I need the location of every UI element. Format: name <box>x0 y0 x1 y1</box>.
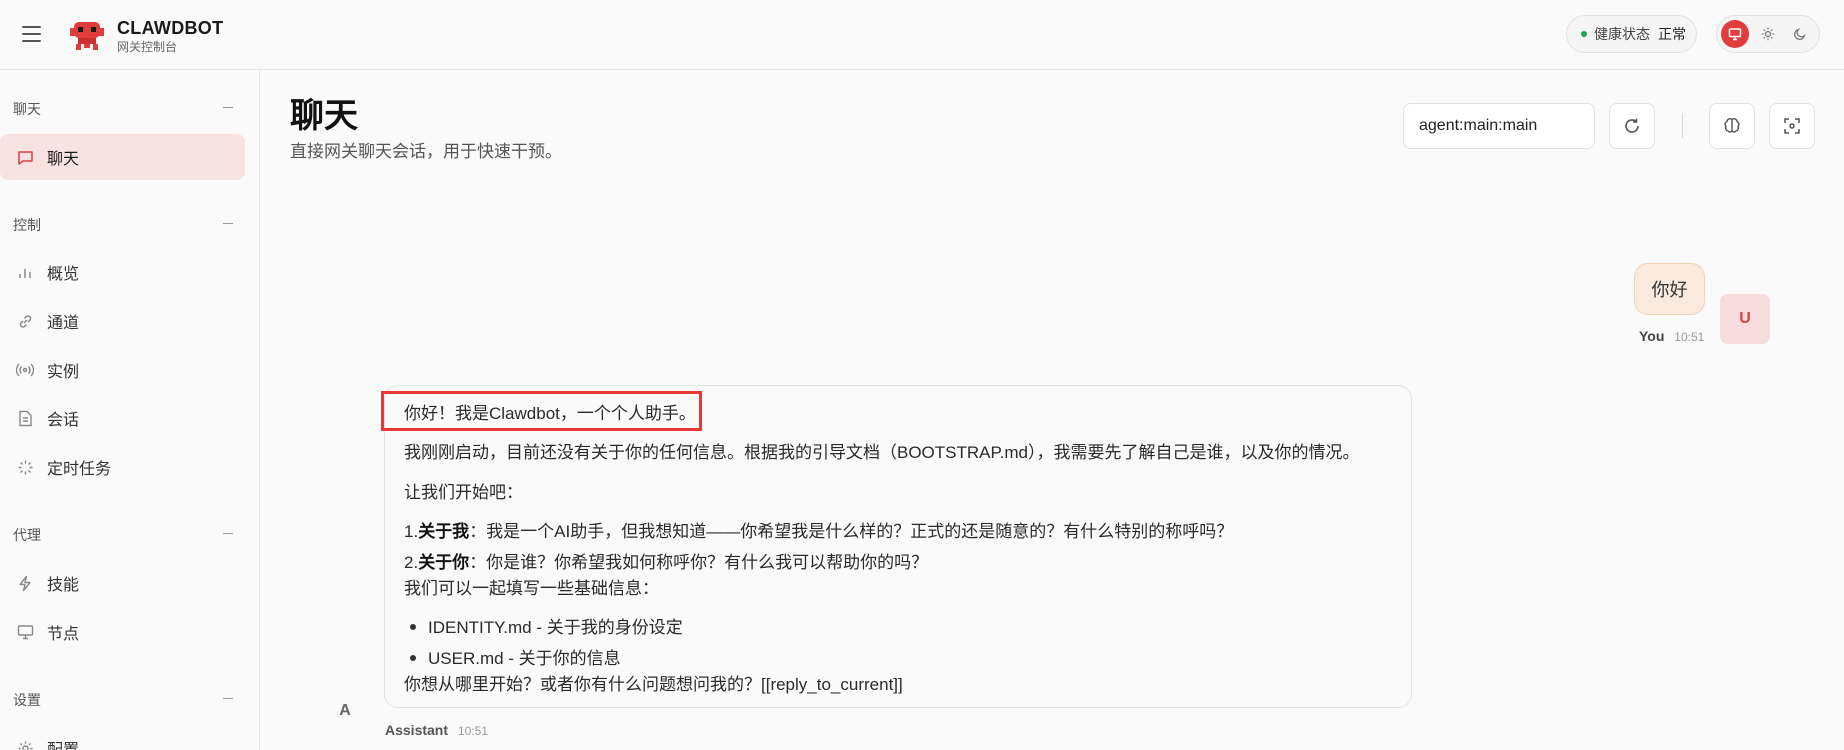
collapse-icon[interactable] <box>223 107 233 108</box>
highlight-annotation <box>381 391 702 431</box>
message-paragraph: 我刚刚启动，目前还没有关于你的任何信息。根据我的引导文档（BOOTSTRAP.m… <box>404 443 1360 462</box>
sidebar-item-skills[interactable]: 技能 <box>0 560 245 606</box>
sidebar-item-cron-jobs[interactable]: 定时任务 <box>0 444 245 490</box>
sender-name: Assistant <box>385 722 449 738</box>
toolbar-divider <box>1682 113 1683 138</box>
user-avatar: U <box>1720 294 1770 344</box>
list-item-text: IDENTITY.md - 关于我的身份设定 <box>428 618 683 637</box>
user-message-meta: You 10:51 <box>1639 328 1704 344</box>
brand-subtitle: 网关控制台 <box>117 40 178 54</box>
collapse-icon[interactable] <box>223 223 233 224</box>
link-icon <box>16 312 34 330</box>
timestamp: 10:51 <box>1674 330 1705 344</box>
chat-icon <box>16 148 34 166</box>
theme-light-button[interactable] <box>1754 20 1782 48</box>
list-item: 1.关于我：我是一个AI助手，但我想知道——你希望我是什么样的？正式的还是随意的… <box>404 517 1233 542</box>
collapse-icon[interactable] <box>223 533 233 534</box>
page-subtitle: 直接网关聊天会话，用于快速干预。 <box>290 142 562 161</box>
list-item: USER.md - 关于你的信息 <box>404 644 621 669</box>
bullet-icon <box>410 655 416 661</box>
list-item-text: USER.md - 关于你的信息 <box>428 649 621 668</box>
list-item-text: ：我是一个AI助手，但我想知道——你希望我是什么样的？正式的还是随意的？有什么特… <box>469 522 1234 541</box>
bullet-icon <box>410 624 416 630</box>
sidebar-item-label: 概览 <box>47 266 80 283</box>
list-number: 2. <box>404 553 419 572</box>
status-dot-icon <box>1581 31 1587 37</box>
collapse-icon[interactable] <box>223 698 233 699</box>
theme-dark-button[interactable] <box>1786 20 1814 48</box>
sun-icon <box>1761 27 1775 41</box>
health-value: 正常 <box>1658 26 1686 42</box>
logo-icon <box>70 22 104 50</box>
sidebar-item-label: 定时任务 <box>47 461 112 478</box>
assistant-message-meta: Assistant 10:51 <box>385 722 488 738</box>
theme-system-button[interactable] <box>1721 20 1749 48</box>
broadcast-icon <box>16 361 34 379</box>
message-paragraph: 你想从哪里开始？或者你有什么问题想问我的？[[reply_to_current]… <box>404 675 903 694</box>
theme-switcher <box>1716 15 1820 53</box>
list-item-title: 关于你 <box>418 553 470 572</box>
message-paragraph: 我们可以一起填写一些基础信息： <box>404 579 659 598</box>
sidebar-item-config[interactable]: 配置 <box>0 725 245 750</box>
sidebar-group-control: 控制 <box>13 217 41 233</box>
sidebar-item-label: 节点 <box>47 626 80 643</box>
thinking-toggle-button[interactable] <box>1709 103 1755 149</box>
list-item: IDENTITY.md - 关于我的身份设定 <box>404 613 683 638</box>
health-status-badge: 健康状态 正常 <box>1566 15 1697 53</box>
refresh-icon <box>1625 118 1639 133</box>
sidebar-group-settings: 设置 <box>13 692 41 708</box>
monitor-icon <box>16 623 34 641</box>
message-paragraph: 让我们开始吧： <box>404 483 523 502</box>
brain-icon <box>1724 118 1740 133</box>
sidebar-item-label: 实例 <box>47 364 80 381</box>
loader-icon <box>16 458 34 476</box>
page-title: 聊天 <box>290 97 358 135</box>
moon-icon <box>1794 28 1806 40</box>
session-key-input[interactable] <box>1403 103 1595 149</box>
sidebar-item-label: 通道 <box>47 315 80 332</box>
assistant-avatar: A <box>339 702 351 719</box>
focus-mode-button[interactable] <box>1769 103 1815 149</box>
sidebar-group-chat: 聊天 <box>13 101 41 117</box>
sidebar-item-label: 会话 <box>47 412 80 429</box>
top-bar: CLAWDBOT 网关控制台 健康状态 正常 <box>0 0 1844 70</box>
monitor-icon <box>1728 28 1742 41</box>
sidebar-item-instances[interactable]: 实例 <box>0 347 245 393</box>
sidebar-group-agents: 代理 <box>13 527 41 543</box>
list-number: 1. <box>404 522 419 541</box>
sidebar-item-channels[interactable]: 通道 <box>0 298 245 344</box>
lightning-icon <box>16 574 34 592</box>
document-icon <box>16 409 34 427</box>
user-message-bubble: 你好 <box>1634 263 1705 315</box>
sidebar-item-chat[interactable]: 聊天 <box>0 134 245 180</box>
assistant-message-bubble: 你好！我是Clawdbot，一个个人助手。 我刚刚启动，目前还没有关于你的任何信… <box>384 385 1412 708</box>
sidebar: 聊天 聊天 控制 概览 通道 实例 会话 定时任务 代理 技能 节点 设置 配置 <box>0 70 260 750</box>
sidebar-item-sessions[interactable]: 会话 <box>0 395 245 441</box>
gear-icon <box>16 739 34 750</box>
focus-icon <box>1784 118 1800 134</box>
bar-chart-icon <box>16 263 34 281</box>
health-label: 健康状态 <box>1594 26 1650 42</box>
sidebar-item-overview[interactable]: 概览 <box>0 249 245 295</box>
sidebar-item-label: 配置 <box>47 736 79 750</box>
brand-name: CLAWDBOT <box>117 18 224 38</box>
list-item-title: 关于我 <box>418 522 470 541</box>
list-item-text: ：你是谁？你希望我如何称呼你？有什么我可以帮助你的吗？ <box>469 553 929 572</box>
menu-toggle-button[interactable] <box>20 23 44 45</box>
timestamp: 10:51 <box>457 724 488 738</box>
sidebar-item-label: 技能 <box>47 577 80 594</box>
refresh-button[interactable] <box>1609 103 1655 149</box>
sender-name: You <box>1639 328 1665 344</box>
sidebar-item-label: 聊天 <box>47 151 80 168</box>
sidebar-item-nodes[interactable]: 节点 <box>0 609 245 655</box>
list-item: 2.关于你：你是谁？你希望我如何称呼你？有什么我可以帮助你的吗？ <box>404 548 928 573</box>
